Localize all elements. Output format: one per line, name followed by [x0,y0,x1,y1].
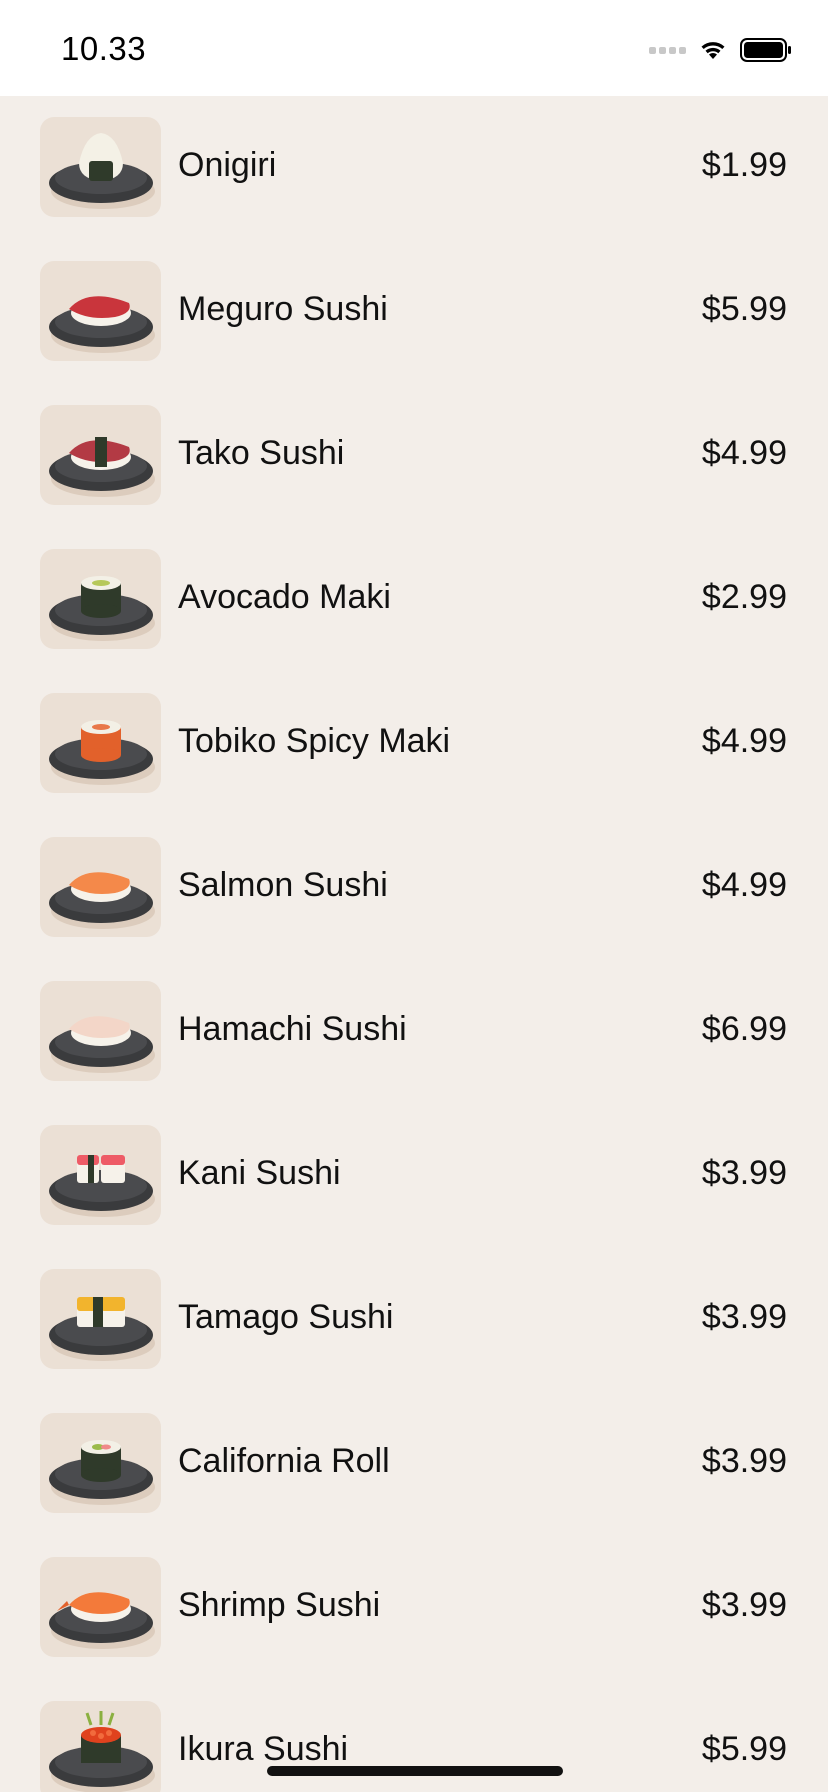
home-indicator[interactable] [267,1766,563,1776]
sushi-menu-screen: 10.33 Onigiri $1.99 Meguro Sushi $5.99 Tako … [0,0,828,1792]
menu-item-price: $4.99 [701,722,787,760]
menu-item-name: California Roll [178,1442,390,1480]
menu-item-name: Tobiko Spicy Maki [178,722,451,760]
battery-icon [740,38,791,62]
menu-item-name: Salmon Sushi [178,866,388,904]
status-time: 10.33 [61,30,147,67]
menu-item-tobiko-spicy-maki[interactable]: Tobiko Spicy Maki $4.99 [0,672,828,816]
menu-item-price: $1.99 [701,146,787,184]
meguro-sushi-icon [40,261,161,361]
menu-item-tako-sushi[interactable]: Tako Sushi $4.99 [0,384,828,528]
california-roll-icon [40,1413,161,1513]
menu-item-hamachi-sushi[interactable]: Hamachi Sushi $6.99 [0,960,828,1104]
avocado-maki-icon [40,549,161,649]
hamachi-sushi-icon [40,981,161,1081]
tamago-sushi-icon [40,1269,161,1369]
ikura-sushi-icon [40,1701,161,1792]
menu-item-price: $4.99 [701,434,787,472]
menu-item-price: $2.99 [701,578,787,616]
menu-item-name: Kani Sushi [178,1154,341,1192]
menu-item-name: Tako Sushi [178,434,345,472]
menu-item-price: $5.99 [701,1730,787,1768]
menu-item-meguro-sushi[interactable]: Meguro Sushi $5.99 [0,240,828,384]
menu-item-onigiri[interactable]: Onigiri $1.99 [0,96,828,240]
signal-icon [649,46,686,54]
menu-item-name: Tamago Sushi [178,1298,394,1336]
status-bar: 10.33 [0,0,828,96]
menu-item-price: $5.99 [701,290,787,328]
menu-item-name: Onigiri [178,146,277,184]
menu-item-salmon-sushi[interactable]: Salmon Sushi $4.99 [0,816,828,960]
menu-item-price: $4.99 [701,866,787,904]
status-icons [649,34,792,66]
menu-item-price: $6.99 [701,1010,787,1048]
menu-item-kani-sushi[interactable]: Kani Sushi $3.99 [0,1104,828,1248]
menu-item-name: Avocado Maki [178,578,391,616]
menu-item-price: $3.99 [701,1298,787,1336]
menu-item-price: $3.99 [701,1442,787,1480]
menu-list: Onigiri $1.99 Meguro Sushi $5.99 Tako Sushi $… [0,96,828,1792]
menu-item-name: Ikura Sushi [178,1730,349,1768]
wifi-icon [701,42,725,59]
menu-item-price: $3.99 [701,1586,787,1624]
menu-item-california-roll[interactable]: California Roll $3.99 [0,1392,828,1536]
salmon-sushi-icon [40,837,161,937]
kani-sushi-icon [40,1125,161,1225]
menu-item-name: Hamachi Sushi [178,1010,407,1048]
menu-item-avocado-maki[interactable]: Avocado Maki $2.99 [0,528,828,672]
onigiri-icon [40,117,161,217]
tobiko-maki-icon [40,693,161,793]
menu-item-price: $3.99 [701,1154,787,1192]
shrimp-sushi-icon [40,1557,161,1657]
menu-item-name: Shrimp Sushi [178,1586,381,1624]
menu-item-shrimp-sushi[interactable]: Shrimp Sushi $3.99 [0,1536,828,1680]
menu-item-name: Meguro Sushi [178,290,388,328]
tako-sushi-icon [40,405,161,505]
menu-item-tamago-sushi[interactable]: Tamago Sushi $3.99 [0,1248,828,1392]
